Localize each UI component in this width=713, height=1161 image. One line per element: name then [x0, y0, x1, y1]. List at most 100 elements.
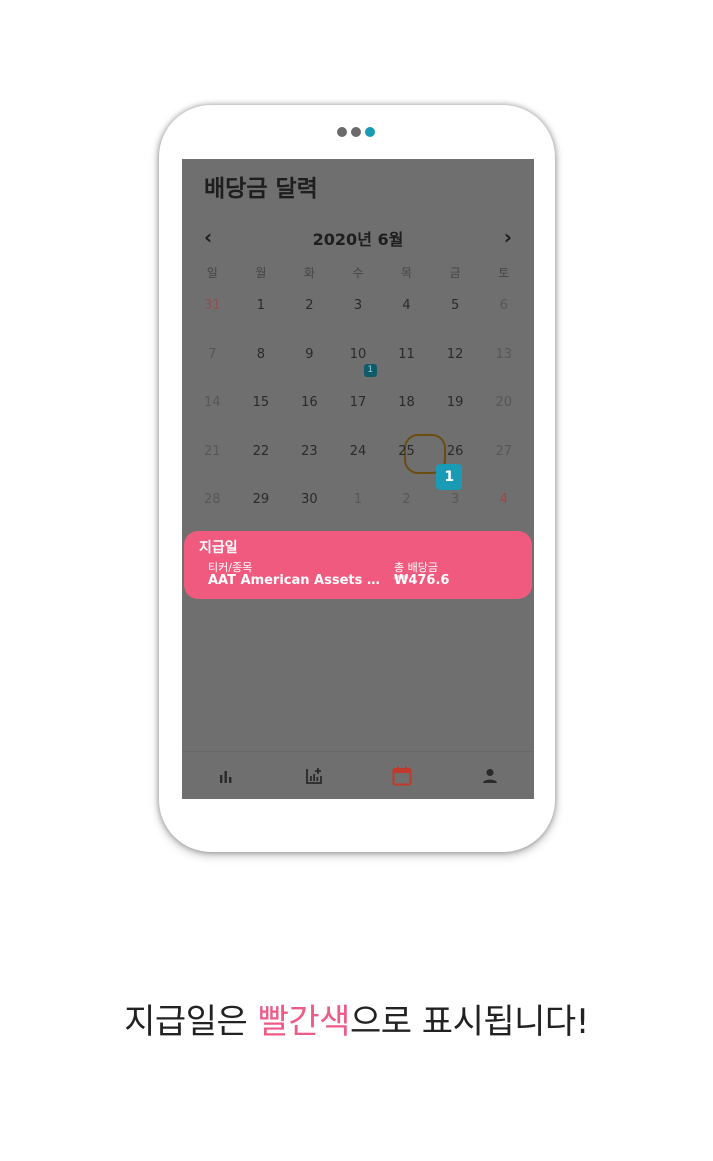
day-number: 14	[204, 395, 221, 410]
calendar-day[interactable]: 2	[382, 485, 431, 534]
calendar-day[interactable]: 23	[285, 437, 334, 486]
day-number: 23	[301, 443, 318, 459]
app-screen: 배당금 달력 ‹ 2020년 6월 › 일 월 화 수 목 금 토 31 1 2…	[182, 159, 534, 799]
page-indicator	[337, 127, 375, 137]
total-dividend-value: ₩476.6	[394, 573, 450, 588]
calendar-day[interactable]: 20	[479, 388, 528, 437]
calendar-day[interactable]: 3	[334, 291, 383, 340]
tab-profile[interactable]	[446, 752, 534, 799]
day-number: 16	[301, 395, 318, 410]
page-title: 배당금 달력	[204, 176, 318, 202]
calendar-day[interactable]: 28	[188, 485, 237, 534]
day-number: 10	[349, 346, 367, 362]
day-number: 27	[495, 443, 512, 459]
calendar-day[interactable]: 2	[285, 291, 334, 340]
day-number: 1	[353, 492, 363, 507]
ticker-value: AAT American Assets …	[208, 573, 380, 588]
tab-stats[interactable]	[182, 752, 270, 799]
calendar-day[interactable]: 17	[334, 388, 383, 437]
page-dot-1[interactable]	[337, 127, 347, 137]
calendar-day[interactable]: 21	[188, 437, 237, 486]
day-number: 8	[256, 346, 265, 362]
day-number: 26	[446, 443, 464, 459]
weekday-header: 일 월 화 수 목 금 토	[188, 264, 528, 281]
day-number: 1	[256, 298, 265, 313]
calendar-day[interactable]: 9	[285, 340, 334, 389]
day-number: 20	[495, 395, 512, 410]
calendar-day[interactable]: 11	[382, 340, 431, 389]
day-number: 2	[305, 298, 314, 313]
calendar-day[interactable]: 31	[188, 291, 237, 340]
day-number: 29	[252, 492, 270, 507]
dividend-count-badge: 1	[363, 363, 377, 377]
day-number: 3	[353, 298, 363, 313]
calendar-day[interactable]: 1	[237, 291, 286, 340]
month-navigator: ‹ 2020년 6월 ›	[182, 225, 534, 249]
caption-part1: 지급일은	[124, 1002, 258, 1042]
calendar-day[interactable]: 26	[431, 437, 480, 486]
day-number: 5	[450, 298, 460, 313]
day-number: 3	[450, 492, 460, 507]
day-number: 28	[204, 492, 221, 507]
calendar-day[interactable]: 18	[382, 388, 431, 437]
caption: 지급일은 빨간색으로 표시됩니다!	[0, 994, 713, 1043]
calendar-day[interactable]: 1	[334, 485, 383, 534]
calendar-day[interactable]: 14	[188, 388, 237, 437]
day-number: 6	[499, 298, 508, 313]
day-number: 13	[495, 346, 512, 362]
calendar-day[interactable]: 13	[479, 340, 528, 389]
tab-add-dividend[interactable]	[270, 752, 358, 799]
calendar-day[interactable]: 19	[431, 388, 480, 437]
add-chart-icon	[306, 767, 322, 784]
weekday-tue: 화	[303, 266, 315, 280]
day-number: 2	[402, 492, 411, 507]
day-number: 18	[398, 395, 415, 410]
calendar-day[interactable]: 3	[431, 485, 480, 534]
calendar-day[interactable]: 27	[479, 437, 528, 486]
caption-part2: 으로 표시됩니다!	[349, 1002, 589, 1042]
day-number: 15	[252, 395, 270, 410]
page-dot-2[interactable]	[351, 127, 361, 137]
day-number: 21	[204, 443, 221, 459]
bottom-tab-bar	[182, 751, 534, 799]
day-number: 30	[301, 492, 318, 507]
calendar-day-10[interactable]: 10 1	[334, 340, 383, 389]
weekday-wed: 수	[352, 266, 364, 280]
day-number: 9	[305, 346, 314, 362]
month-label: 2020년 6월	[312, 230, 404, 249]
calendar-day[interactable]: 4	[479, 485, 528, 534]
weekday-mon: 월	[255, 266, 267, 280]
day-number: 17	[349, 395, 367, 410]
page-dot-3-active[interactable]	[365, 127, 375, 137]
calendar-day[interactable]: 16	[285, 388, 334, 437]
day-number: 4	[402, 298, 411, 313]
day-number: 31	[204, 298, 221, 313]
day-number: 22	[252, 443, 270, 459]
weekday-thu: 목	[401, 266, 413, 280]
calendar-day[interactable]: 5	[431, 291, 480, 340]
tab-calendar[interactable]	[358, 752, 446, 799]
payment-day-card[interactable]: 지급일 티커/종목 AAT American Assets … 총 배당금 ₩4…	[184, 531, 532, 599]
weekday-sun: 일	[206, 266, 218, 280]
calendar-day-today[interactable]: 25 1	[382, 433, 463, 490]
person-icon	[483, 768, 497, 783]
chevron-right-icon[interactable]: ›	[504, 225, 512, 249]
calendar-day[interactable]: 30	[285, 485, 334, 534]
calendar-day[interactable]: 7	[188, 340, 237, 389]
calendar-grid: 31 1 2 3 4 5 6 7 8 9 10 1 11 12 13 14 15…	[188, 291, 528, 534]
calendar-day[interactable]: 22	[237, 437, 286, 486]
calendar-day[interactable]: 15	[237, 388, 286, 437]
day-number: 12	[446, 346, 464, 362]
day-number: 25	[398, 443, 415, 459]
calendar-day[interactable]: 12	[431, 340, 480, 389]
day-number: 4	[499, 492, 508, 507]
weekday-sat: 토	[498, 266, 510, 280]
calendar-day[interactable]: 4	[382, 291, 431, 340]
calendar-day[interactable]: 6	[479, 291, 528, 340]
calendar-day[interactable]: 29	[237, 485, 286, 534]
calendar-day[interactable]: 8	[237, 340, 286, 389]
calendar-day[interactable]: 24	[334, 437, 383, 486]
caption-highlight: 빨간색	[257, 1002, 351, 1042]
weekday-fri: 금	[449, 266, 461, 280]
day-number: 7	[208, 346, 217, 362]
